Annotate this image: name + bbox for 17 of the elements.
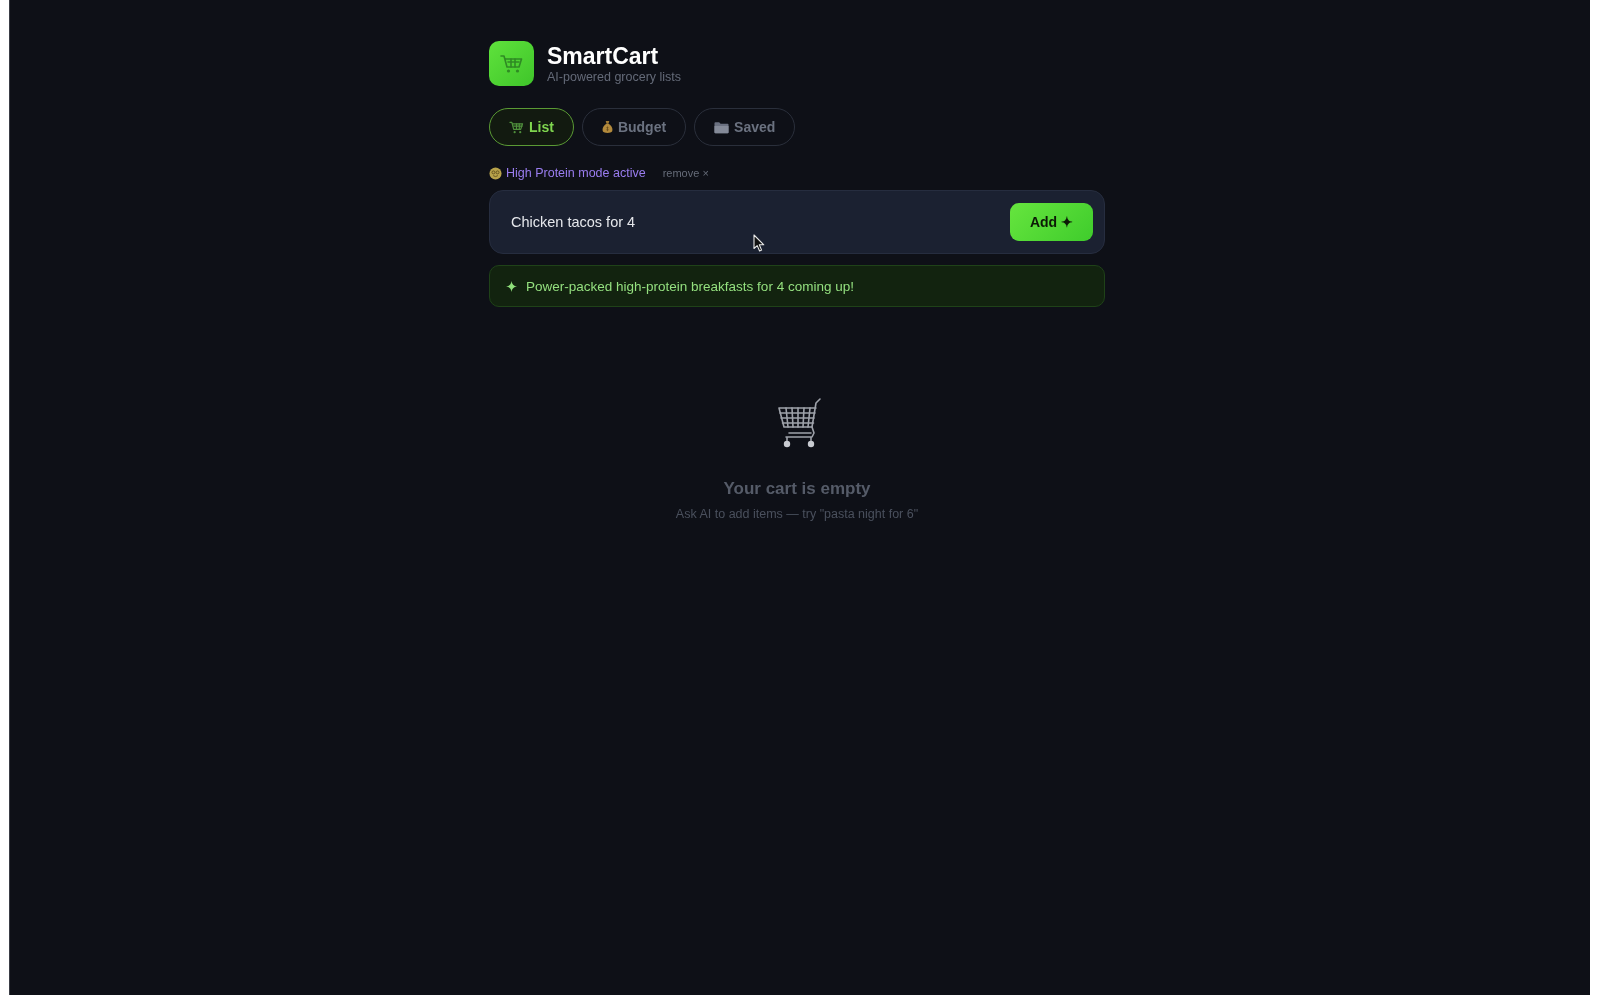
app-title: SmartCart (547, 42, 660, 69)
notice-text: Power-packed high-protein breakfasts for 4 coming up! (526, 278, 854, 294)
mouse-pointer-icon (753, 234, 765, 252)
empty-state-hint: Ask AI to add items — try "pasta night for 6" (675, 507, 919, 521)
cart-logo-icon (489, 41, 534, 86)
add-button[interactable]: Add ✦ (1010, 203, 1093, 241)
mode-status: High Protein mode active (506, 166, 646, 180)
cart-icon (509, 120, 524, 134)
sparkle-icon (506, 280, 517, 292)
app-subtitle: AI-powered grocery lists (547, 69, 682, 85)
smiley-icon (489, 166, 502, 180)
prompt-field[interactable]: Chicken tacos for 4 Add ✦ (489, 190, 1105, 254)
remove-link[interactable]: remove × (662, 167, 709, 179)
money-bag-icon (601, 120, 613, 134)
folder-icon (714, 120, 730, 134)
empty-state-title: Your cart is empty (723, 479, 871, 499)
tab[interactable]: List (489, 108, 574, 146)
